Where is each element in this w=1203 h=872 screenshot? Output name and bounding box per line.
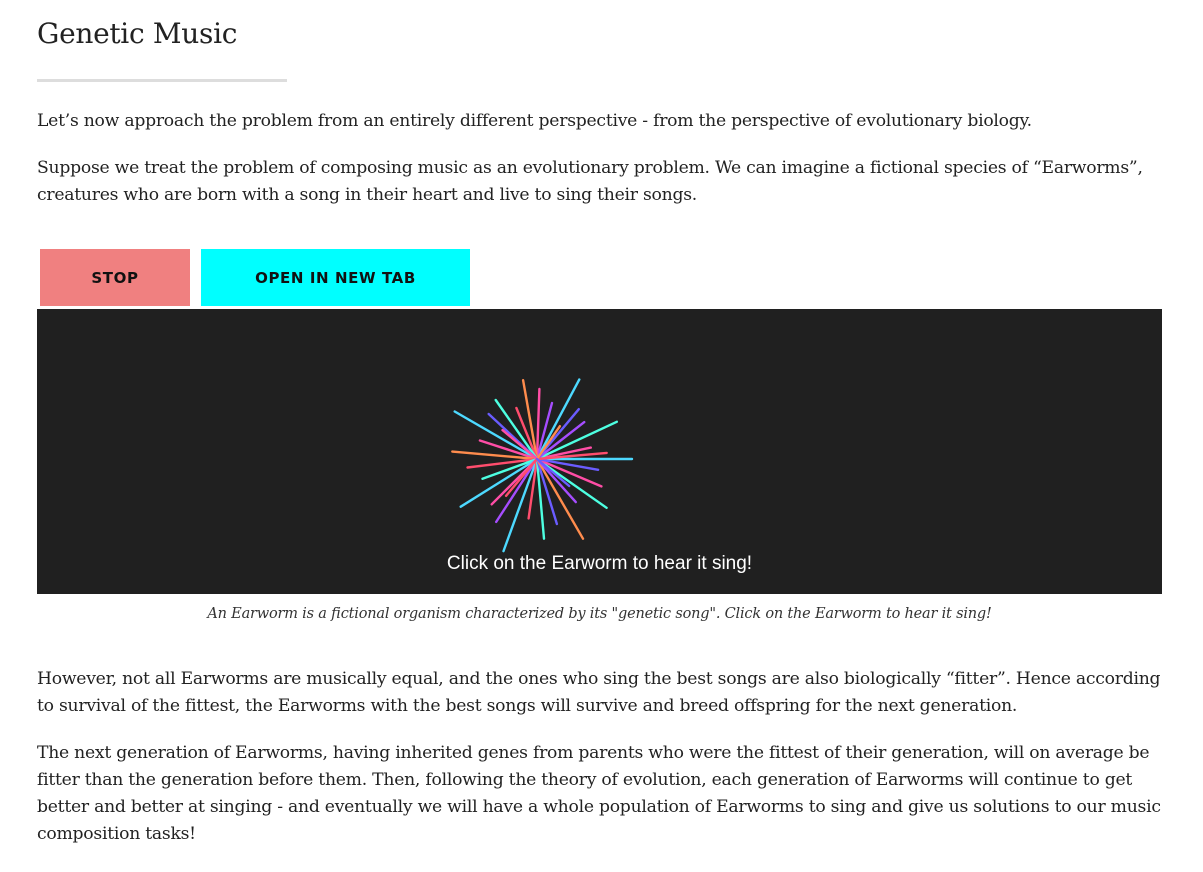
figure-caption: An Earworm is a fictional organism chara… [207, 606, 992, 622]
earworm-drawing [451, 378, 634, 553]
earworm-canvas[interactable]: Click on the Earworm to hear it sing! [37, 309, 1162, 594]
paragraph-fitness: However, not all Earworms are musically … [37, 669, 1161, 716]
earworm-ray [535, 378, 581, 461]
canvas-hint-text: Click on the Earworm to hear it sing! [446, 553, 753, 574]
open-in-new-tab-button[interactable]: OPEN IN NEW TAB [201, 249, 470, 306]
earworm-creature[interactable] [451, 378, 634, 553]
paragraph-generations: The next generation of Earworms, having … [37, 743, 1161, 844]
stop-button[interactable]: STOP [40, 249, 190, 306]
paragraph-earworms: Suppose we treat the problem of composin… [37, 158, 1143, 205]
paragraph-intro: Let’s now approach the problem from an e… [37, 111, 1032, 131]
page-title: Genetic Music [37, 17, 238, 50]
title-divider [37, 79, 287, 82]
